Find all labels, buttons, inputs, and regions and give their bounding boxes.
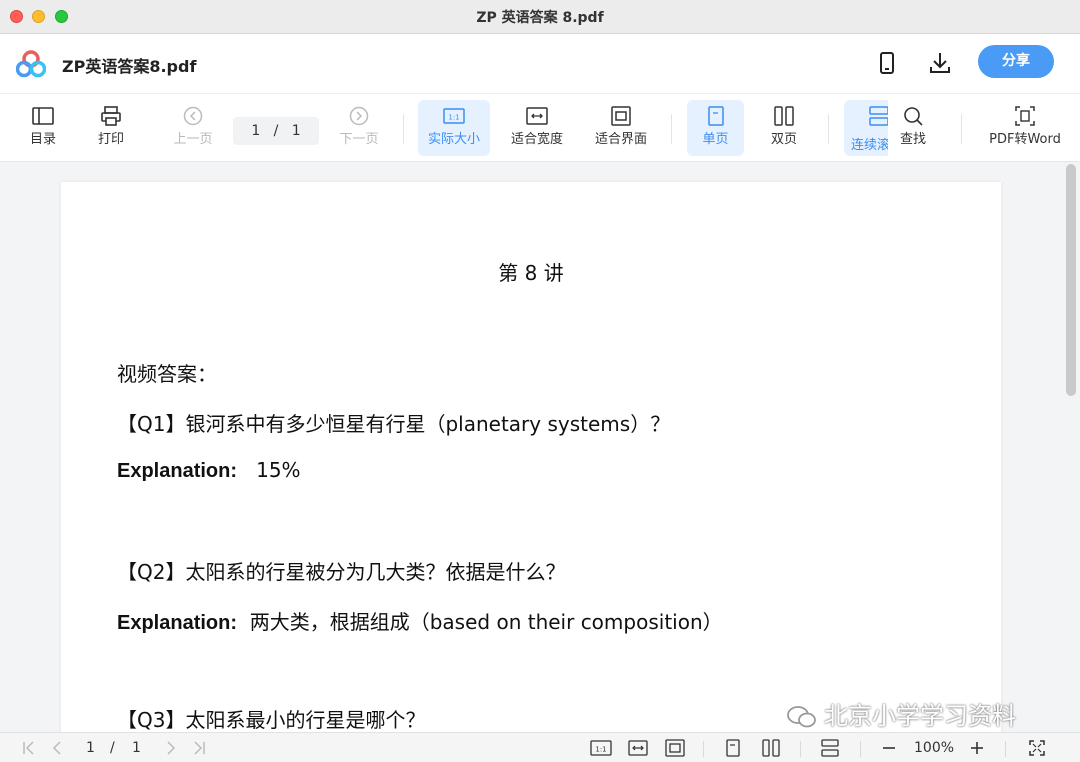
fit-page-label: 适合界面 bbox=[594, 132, 647, 147]
file-name: ZP英语答案8.pdf bbox=[62, 57, 197, 76]
status-divider bbox=[860, 741, 861, 757]
double-page-icon[interactable] bbox=[761, 739, 781, 757]
document-viewport[interactable]: 第 8 讲 视频答案： 【Q1】银河系中有多少恒星有行星（planetary s… bbox=[0, 162, 1080, 732]
total-pages: 1 bbox=[291, 123, 301, 139]
toc-button[interactable]: 目录 bbox=[18, 100, 68, 156]
status-total-pages: 1 bbox=[132, 740, 141, 756]
share-button[interactable]: 分享 bbox=[978, 45, 1054, 78]
answer-1: Explanation: 15% bbox=[117, 458, 301, 483]
continuous-scroll-button[interactable]: 连续滚 bbox=[844, 100, 888, 156]
single-page-label: 单页 bbox=[702, 132, 729, 147]
continuous-scroll-label: 连续滚 bbox=[851, 138, 888, 153]
app-header: ZP英语答案8.pdf 分享 bbox=[0, 34, 1080, 94]
double-page-label: 双页 bbox=[770, 132, 797, 147]
wechat-icon bbox=[787, 706, 816, 728]
question-2: 【Q2】太阳系的行星被分为几大类？依据是什么？ bbox=[117, 560, 566, 584]
lesson-title: 第 8 讲 bbox=[498, 261, 564, 285]
last-page-icon[interactable] bbox=[190, 739, 208, 757]
download-icon[interactable] bbox=[927, 50, 953, 76]
toolbar-divider bbox=[961, 114, 962, 144]
current-page: 1 bbox=[251, 123, 261, 139]
next-page-label: 下一页 bbox=[339, 132, 379, 147]
window-title: ZP 英语答案 8.pdf bbox=[476, 10, 604, 26]
section-heading: 视频答案： bbox=[117, 362, 217, 386]
chevron-left-circle-icon bbox=[183, 106, 203, 126]
status-divider bbox=[703, 741, 704, 757]
next-page-button[interactable]: 下一页 bbox=[332, 100, 386, 156]
actual-size-button[interactable]: 1:1 实际大小 bbox=[418, 100, 490, 156]
status-page-separator: / bbox=[110, 740, 115, 756]
continuous-scroll-icon bbox=[869, 106, 888, 126]
continuous-scroll-icon[interactable] bbox=[820, 739, 840, 757]
zoom-out-icon[interactable] bbox=[880, 739, 898, 757]
svg-text:1:1: 1:1 bbox=[448, 114, 459, 122]
fullscreen-icon[interactable] bbox=[1028, 739, 1046, 757]
next-page-icon[interactable] bbox=[162, 739, 180, 757]
prev-page-label: 上一页 bbox=[173, 132, 213, 147]
fit-width-label: 适合宽度 bbox=[510, 132, 563, 147]
status-divider bbox=[800, 741, 801, 757]
pdf-to-word-button[interactable]: PDF转Word bbox=[982, 100, 1068, 156]
toolbar-divider bbox=[403, 114, 404, 144]
prev-page-icon[interactable] bbox=[48, 739, 66, 757]
toolbar-divider bbox=[671, 114, 672, 144]
single-page-button[interactable]: 单页 bbox=[687, 100, 744, 156]
explanation-label: Explanation: bbox=[117, 460, 238, 482]
toc-label: 目录 bbox=[29, 132, 56, 147]
search-label: 查找 bbox=[899, 132, 926, 147]
sidebar-icon bbox=[32, 107, 54, 125]
actual-size-icon: 1:1 bbox=[443, 108, 465, 124]
answer-2-text: 两大类，根据组成（based on their composition） bbox=[249, 610, 723, 634]
question-3: 【Q3】太阳系最小的行星是哪个？ bbox=[117, 708, 426, 732]
print-label: 打印 bbox=[97, 132, 124, 147]
watermark: 北京小学学习资料 bbox=[786, 696, 1016, 736]
first-page-icon[interactable] bbox=[20, 739, 38, 757]
convert-icon bbox=[1015, 106, 1035, 126]
question-1: 【Q1】银河系中有多少恒星有行星（planetary systems）？ bbox=[117, 412, 671, 436]
status-current-page[interactable]: 1 bbox=[86, 740, 95, 756]
phone-icon[interactable] bbox=[874, 50, 900, 76]
toolbar: 目录 打印 上一页 1 / 1 下一页 1:1 实际大小 适合宽度 适合界面 单… bbox=[0, 94, 1080, 162]
actual-size-icon[interactable]: 1:1 bbox=[590, 739, 612, 757]
search-icon bbox=[904, 107, 923, 126]
window-titlebar: ZP 英语答案 8.pdf bbox=[0, 0, 1080, 34]
vertical-scrollbar[interactable] bbox=[1066, 164, 1076, 396]
search-button[interactable]: 查找 bbox=[888, 100, 938, 156]
answer-1-text: 15% bbox=[256, 458, 301, 482]
page-number-input[interactable]: 1 / 1 bbox=[233, 117, 319, 145]
status-divider bbox=[1005, 741, 1006, 757]
zoom-level[interactable]: 100% bbox=[914, 740, 954, 756]
explanation-label: Explanation: bbox=[117, 612, 238, 634]
prev-page-button[interactable]: 上一页 bbox=[166, 100, 220, 156]
cloud-logo-icon bbox=[16, 50, 46, 78]
answer-2: Explanation: 两大类，根据组成（based on their com… bbox=[117, 606, 723, 635]
single-page-icon bbox=[707, 106, 724, 126]
svg-text:1:1: 1:1 bbox=[595, 746, 606, 754]
pdf-page: 第 8 讲 视频答案： 【Q1】银河系中有多少恒星有行星（planetary s… bbox=[61, 182, 1001, 732]
fit-page-button[interactable]: 适合界面 bbox=[587, 100, 655, 156]
actual-size-label: 实际大小 bbox=[427, 132, 480, 147]
double-page-icon bbox=[774, 106, 794, 126]
double-page-button[interactable]: 双页 bbox=[757, 100, 811, 156]
page-separator: / bbox=[273, 123, 279, 139]
fit-width-icon bbox=[526, 107, 548, 125]
fit-width-icon[interactable] bbox=[627, 739, 649, 757]
print-button[interactable]: 打印 bbox=[86, 100, 136, 156]
single-page-icon[interactable] bbox=[724, 739, 742, 757]
fit-width-button[interactable]: 适合宽度 bbox=[503, 100, 571, 156]
chevron-right-circle-icon bbox=[349, 106, 369, 126]
status-bar: 1 / 1 1:1 100% bbox=[0, 732, 1080, 762]
printer-icon bbox=[101, 106, 121, 126]
zoom-in-icon[interactable] bbox=[968, 739, 986, 757]
fit-page-icon[interactable] bbox=[664, 739, 686, 757]
fit-page-icon bbox=[611, 106, 631, 126]
pdf-to-word-label: PDF转Word bbox=[989, 132, 1061, 147]
toolbar-divider bbox=[828, 114, 829, 144]
watermark-text: 北京小学学习资料 bbox=[824, 702, 1016, 730]
